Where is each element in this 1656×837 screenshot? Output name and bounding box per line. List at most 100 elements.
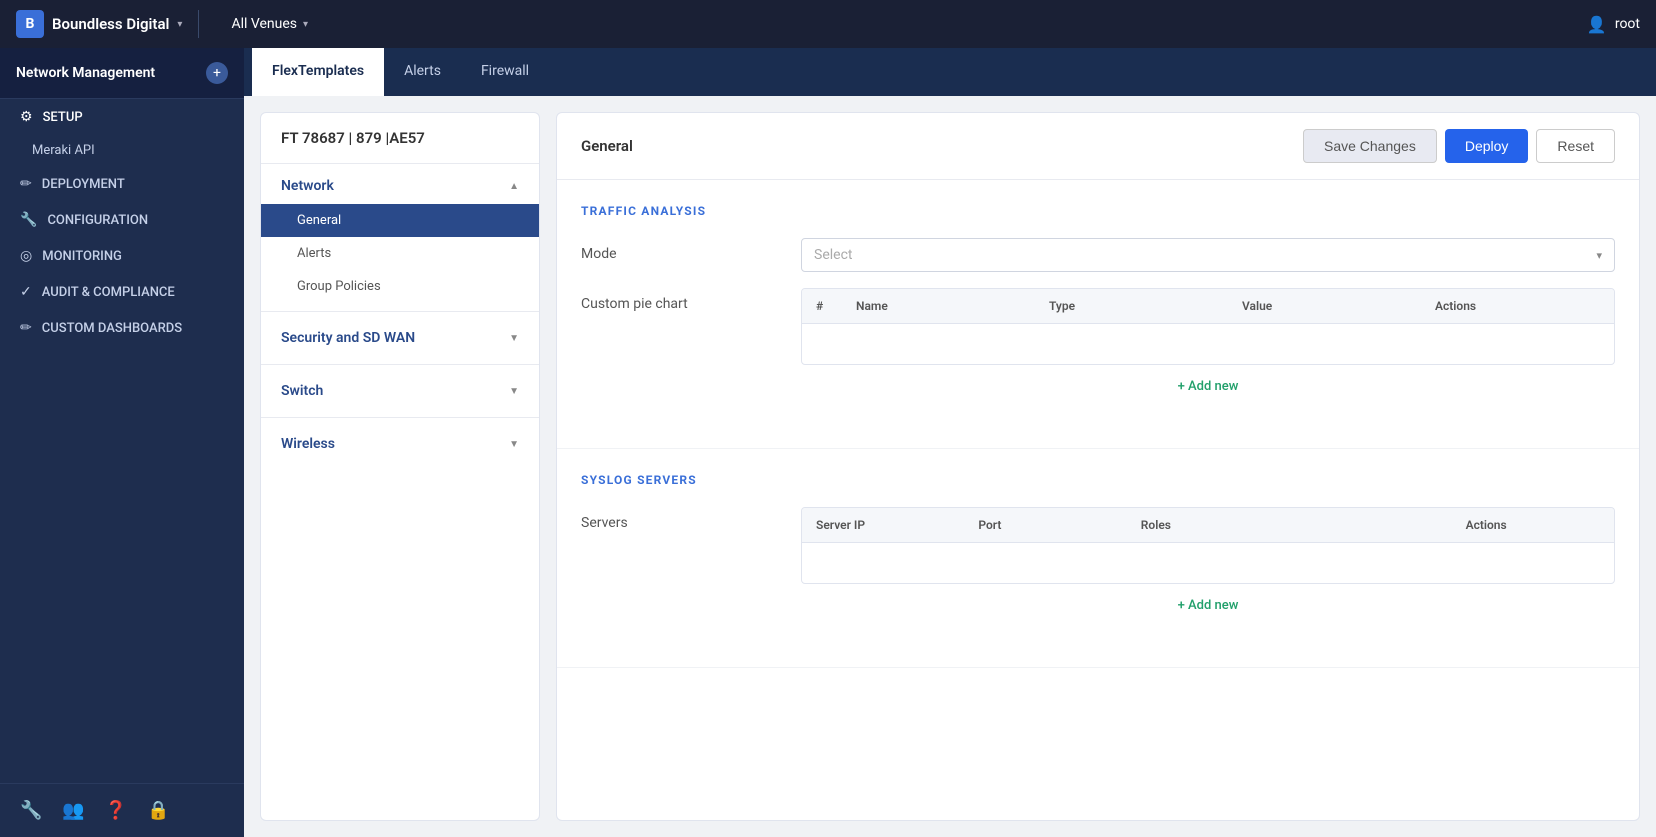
alerts-label: Alerts	[297, 246, 331, 261]
syslog-table-body	[802, 543, 1614, 583]
left-panel: FT 78687 | 879 |AE57 Network ▲ General A…	[260, 112, 540, 821]
monitoring-icon: ◎	[20, 248, 32, 264]
mode-label: Mode	[581, 238, 801, 262]
tree-sub-item-group-policies[interactable]: Group Policies	[261, 270, 539, 303]
reset-button[interactable]: Reset	[1536, 129, 1615, 163]
content-area: FlexTemplates Alerts Firewall FT 78687 |…	[244, 48, 1656, 837]
custom-pie-field-row: Custom pie chart # Name Type Value Actio…	[581, 288, 1615, 408]
audit-icon: ✓	[20, 284, 32, 300]
tree-section-wireless: Wireless ▼	[261, 422, 539, 466]
syslog-add-new-link[interactable]: + Add new	[801, 584, 1615, 627]
traffic-table-body	[802, 324, 1614, 364]
tree-item-wireless[interactable]: Wireless ▼	[261, 426, 539, 462]
sidebar-item-deployment[interactable]: ✏ DEPLOYMENT	[0, 166, 244, 202]
save-changes-button[interactable]: Save Changes	[1303, 129, 1437, 163]
logo-text: Boundless Digital	[52, 15, 169, 33]
wireless-arrow-icon: ▼	[509, 439, 519, 450]
tools-icon[interactable]: 🔧	[20, 800, 42, 821]
tree-item-network[interactable]: Network ▲	[261, 168, 539, 204]
sidebar-audit-label: AUDIT & COMPLIANCE	[42, 285, 175, 300]
help-icon[interactable]: ❓	[105, 800, 127, 821]
traffic-th-hash: #	[802, 289, 842, 323]
mode-field-content: Select ▾	[801, 238, 1615, 272]
tab-firewall[interactable]: Firewall	[461, 48, 549, 96]
sidebar-item-audit[interactable]: ✓ AUDIT & COMPLIANCE	[0, 274, 244, 310]
right-panel: General Save Changes Deploy Reset TRAFFI…	[556, 112, 1640, 821]
traffic-th-type: Type	[1035, 289, 1228, 323]
tree-sub-item-alerts[interactable]: Alerts	[261, 237, 539, 270]
left-panel-header: FT 78687 | 879 |AE57	[261, 113, 539, 164]
syslog-table: Server IP Port Roles Actions	[801, 507, 1615, 584]
tree-item-switch[interactable]: Switch ▼	[261, 373, 539, 409]
deployment-icon: ✏	[20, 176, 32, 192]
mode-select-placeholder: Select	[814, 247, 852, 263]
network-label: Network	[281, 178, 334, 194]
sidebar-item-meraki-api[interactable]: Meraki API	[0, 135, 244, 166]
tree-section-switch: Switch ▼	[261, 369, 539, 413]
deploy-button[interactable]: Deploy	[1445, 129, 1529, 163]
tree-divider-2	[261, 364, 539, 365]
user-name: root	[1615, 16, 1640, 32]
tree-divider-3	[261, 417, 539, 418]
tab-bar: FlexTemplates Alerts Firewall	[244, 48, 1656, 96]
add-new-icon[interactable]: +	[206, 62, 228, 84]
traffic-th-actions: Actions	[1421, 289, 1614, 323]
sidebar-item-setup[interactable]: ⚙ SETUP	[0, 99, 244, 135]
custom-pie-field-content: # Name Type Value Actions + Add new	[801, 288, 1615, 408]
syslog-th-roles: Roles	[1127, 508, 1452, 542]
page-content: FT 78687 | 879 |AE57 Network ▲ General A…	[244, 96, 1656, 837]
panel-title: General	[581, 137, 633, 155]
app-title: Network Management	[16, 65, 155, 81]
tab-alerts[interactable]: Alerts	[384, 48, 461, 96]
traffic-table: # Name Type Value Actions	[801, 288, 1615, 365]
syslog-th-actions: Actions	[1452, 508, 1614, 542]
traffic-table-header: # Name Type Value Actions	[802, 289, 1614, 324]
syslog-section: SYSLOG SERVERS Servers Server IP Port Ro…	[557, 449, 1639, 668]
sidebar-item-monitoring[interactable]: ◎ MONITORING	[0, 238, 244, 274]
org-chevron-icon[interactable]: ▾	[177, 19, 182, 30]
custom-pie-label: Custom pie chart	[581, 288, 801, 312]
traffic-add-new-link[interactable]: + Add new	[801, 365, 1615, 408]
user-section: 👤 root	[1587, 15, 1640, 34]
sidebar-setup-label: SETUP	[43, 110, 83, 125]
mode-select[interactable]: Select ▾	[801, 238, 1615, 272]
sidebar-item-dashboards[interactable]: ✏ CUSTOM DASHBOARDS	[0, 310, 244, 346]
traffic-th-name: Name	[842, 289, 1035, 323]
sidebar-deployment-label: DEPLOYMENT	[42, 177, 125, 192]
sidebar-configuration-label: CONFIGURATION	[47, 213, 148, 228]
mode-select-chevron-icon: ▾	[1596, 249, 1602, 262]
lock-icon[interactable]: 🔒	[147, 800, 169, 821]
main-layout: Network Management + ⚙ SETUP Meraki API …	[0, 48, 1656, 837]
sidebar-footer: 🔧 👥 ❓ 🔒	[0, 783, 244, 837]
tab-flextemplates[interactable]: FlexTemplates	[252, 48, 384, 96]
panel-top: General Save Changes Deploy Reset	[557, 113, 1639, 180]
users-icon[interactable]: 👥	[62, 800, 84, 821]
security-arrow-icon: ▼	[509, 333, 519, 344]
servers-field-row: Servers Server IP Port Roles Actions	[581, 507, 1615, 627]
tree-section-network: Network ▲ General Alerts Group Policies	[261, 164, 539, 307]
sidebar: Network Management + ⚙ SETUP Meraki API …	[0, 48, 244, 837]
venue-selector[interactable]: All Venues ▾	[215, 16, 324, 32]
sidebar-dashboards-label: CUSTOM DASHBOARDS	[42, 321, 182, 336]
group-policies-label: Group Policies	[297, 279, 381, 294]
configuration-icon: 🔧	[20, 212, 37, 228]
tree-section-security: Security and SD WAN ▼	[261, 316, 539, 360]
general-label: General	[297, 213, 341, 228]
mode-field-row: Mode Select ▾	[581, 238, 1615, 272]
venue-name: All Venues	[231, 16, 297, 32]
servers-label: Servers	[581, 507, 801, 531]
sidebar-monitoring-label: MONITORING	[42, 249, 122, 264]
divider	[198, 10, 199, 38]
venue-chevron-icon: ▾	[303, 19, 308, 30]
sidebar-item-configuration[interactable]: 🔧 CONFIGURATION	[0, 202, 244, 238]
traffic-analysis-title: TRAFFIC ANALYSIS	[581, 204, 1615, 218]
tree-sub-item-general[interactable]: General	[261, 204, 539, 237]
tree-item-security[interactable]: Security and SD WAN ▼	[261, 320, 539, 356]
traffic-th-value: Value	[1228, 289, 1421, 323]
traffic-analysis-section: TRAFFIC ANALYSIS Mode Select ▾	[557, 180, 1639, 449]
servers-field-content: Server IP Port Roles Actions + Add new	[801, 507, 1615, 627]
meraki-api-label: Meraki API	[32, 143, 95, 158]
switch-label: Switch	[281, 383, 323, 399]
user-icon: 👤	[1587, 15, 1607, 34]
setup-icon: ⚙	[20, 109, 33, 125]
